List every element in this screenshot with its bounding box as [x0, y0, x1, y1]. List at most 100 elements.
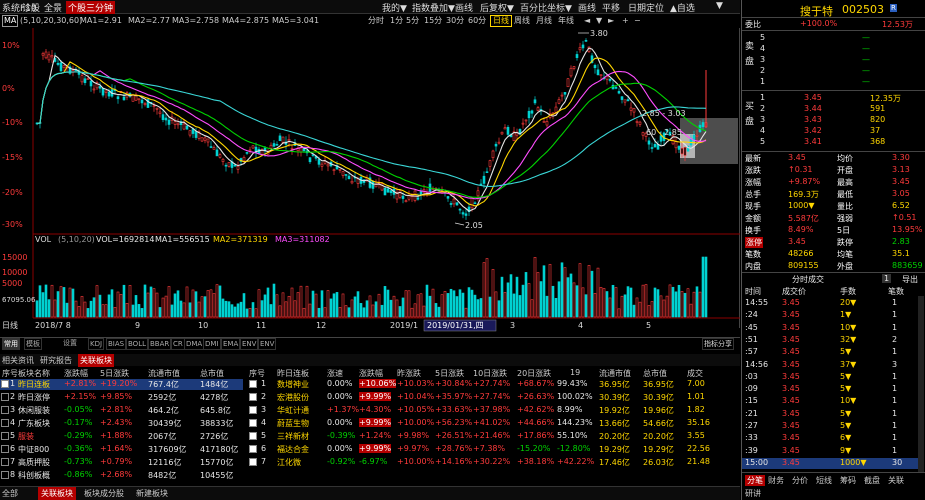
trade-tab-ticks[interactable]: 分时成交: [792, 274, 824, 285]
col-5d-change[interactable]: 5日涨跌: [435, 368, 464, 379]
menu-draw-line[interactable]: 画线: [578, 1, 596, 14]
trade-row[interactable]: :51 3.45 32▼ 2: [742, 335, 918, 346]
row-checkbox[interactable]: [249, 432, 257, 440]
trade-row[interactable]: :39 3.45 9▼ 1: [742, 446, 918, 457]
period-15min[interactable]: 15分: [424, 15, 442, 27]
menu-percent-axis[interactable]: 百分比坐标▼: [520, 1, 572, 14]
prev-arrow[interactable]: ◄: [584, 15, 590, 27]
menu-index-overlay[interactable]: 指数叠加▼: [412, 1, 455, 14]
col-sector-name[interactable]: 板块名称: [18, 368, 50, 379]
col-5d-change[interactable]: 5日涨跌: [100, 368, 129, 379]
menu-three-minute[interactable]: 个股三分钟: [66, 1, 116, 14]
ma-selector[interactable]: MA: [2, 15, 19, 27]
table-row[interactable]: 2 宏港股份 0.00% +9.99% +10.04% +35.97% +27.74% +26…: [247, 392, 740, 403]
trade-row[interactable]: :09 3.45 5▼ 1: [742, 384, 918, 395]
trade-row[interactable]: :45 3.45 10▼ 1: [742, 323, 918, 334]
menu-add-favorite[interactable]: ▲自选: [670, 1, 695, 14]
zoom-in-button[interactable]: +: [622, 15, 629, 27]
tab-kdj[interactable]: KDJ: [88, 338, 105, 350]
trade-row[interactable]: 14:56 3.45 37▼ 3: [742, 360, 918, 371]
trade-export-button[interactable]: 导出: [902, 274, 918, 285]
period-30min[interactable]: 30分: [446, 15, 464, 27]
col-20d-change[interactable]: 20日涨跌: [517, 368, 551, 379]
tab-news[interactable]: 相关资讯: [2, 355, 34, 366]
trade-row[interactable]: :57 3.45 5▼ 1: [742, 347, 918, 358]
row-checkbox[interactable]: [249, 458, 257, 466]
trade-row[interactable]: :27 3.45 5▼ 1: [742, 421, 918, 432]
indicator-share-button[interactable]: 指标分享: [702, 338, 734, 350]
row-checkbox[interactable]: [1, 458, 9, 466]
table-row[interactable]: 4 蔚蓝生物 0.00% +9.99% +10.00% +56.23% +41.02% +44…: [247, 418, 740, 429]
period-1min[interactable]: 1分: [390, 15, 403, 27]
tab-env[interactable]: ENV: [240, 338, 259, 350]
trade-tab-1[interactable]: 1: [882, 274, 892, 283]
tab-boll[interactable]: BOLL: [126, 338, 148, 350]
table-row[interactable]: 4 广东板块 -0.17% +2.43% 30439亿 38833亿: [0, 418, 243, 429]
tab-research[interactable]: 研究报告: [40, 355, 72, 366]
status-tab-components[interactable]: 板块成分股: [84, 488, 124, 499]
quote-tab[interactable]: 财务: [768, 475, 784, 486]
table-row[interactable]: 7 高质押股 -0.73% +0.79% 12116亿 15770亿: [0, 457, 243, 468]
status-tab-new-sector[interactable]: 新建板块: [136, 488, 168, 499]
tab-common[interactable]: 常用: [2, 338, 20, 350]
col-19[interactable]: 19: [570, 368, 580, 377]
trade-row[interactable]: :03 3.45 5▼ 1: [742, 372, 918, 383]
x-period-button[interactable]: 日线: [2, 320, 18, 330]
trade-row[interactable]: :24 3.45 1▼ 1: [742, 310, 918, 321]
menu-more[interactable]: ▼: [716, 1, 723, 11]
period-daily[interactable]: 日线: [490, 15, 512, 27]
row-checkbox[interactable]: [1, 380, 9, 388]
tab-related-sectors[interactable]: 关联板块: [78, 354, 114, 367]
table-row[interactable]: 3 休闲服装 -0.05% +2.81% 464.2亿 645.8亿: [0, 405, 243, 416]
tab-cr[interactable]: CR: [171, 338, 185, 350]
row-checkbox[interactable]: [249, 406, 257, 414]
row-checkbox[interactable]: [249, 380, 257, 388]
col-float-cap[interactable]: 流通市值: [599, 368, 631, 379]
tab-dmi[interactable]: DMI: [203, 338, 221, 350]
menu-adjust[interactable]: 后复权▼: [480, 1, 514, 14]
table-row[interactable]: 2 昨日涨停 +2.15% +9.85% 2592亿 4278亿: [0, 392, 243, 403]
table-row[interactable]: 7 江化微 -0.92% -6.97% +10.00% +14.16% +30.22% +38…: [247, 457, 740, 468]
table-row[interactable]: 1 数增神业 0.00% +10.06% +10.03% +30.84% +27.74% +6…: [247, 379, 740, 390]
row-checkbox[interactable]: [249, 445, 257, 453]
row-checkbox[interactable]: [1, 432, 9, 440]
col-stock-name[interactable]: 昨日连板: [277, 368, 309, 379]
period-weekly[interactable]: 周线: [514, 15, 530, 27]
quote-tab[interactable]: 分笔: [745, 475, 765, 486]
row-checkbox[interactable]: [1, 471, 9, 479]
next-arrow[interactable]: ►: [608, 15, 614, 27]
trade-row[interactable]: :21 3.45 5▼ 1: [742, 409, 918, 420]
table-row[interactable]: 3 华虹计通 +1.37% +4.30% +10.05% +33.63% +37.98% +4…: [247, 405, 740, 416]
tab-settings[interactable]: 设置: [62, 338, 78, 348]
table-row[interactable]: 5 服装 -0.29% +1.88% 2067亿 2726亿: [0, 431, 243, 442]
quote-tab[interactable]: 截盘: [864, 475, 880, 486]
menu-mine[interactable]: 我的▼: [382, 1, 407, 14]
col-total-cap[interactable]: 总市值: [200, 368, 224, 379]
menu-draw[interactable]: 画线: [455, 1, 473, 14]
period-intraday[interactable]: 分时: [368, 15, 384, 27]
tab-dma[interactable]: DMA: [184, 338, 205, 350]
col-float-cap[interactable]: 流通市值: [148, 368, 180, 379]
menu-date-locate[interactable]: 日期定位: [628, 1, 664, 14]
quote-tab[interactable]: 关联: [888, 475, 904, 486]
tab-env-2[interactable]: ENV: [258, 338, 277, 350]
period-60min[interactable]: 60分: [468, 15, 486, 27]
trade-row[interactable]: :33 3.45 6▼ 1: [742, 433, 918, 444]
trade-row[interactable]: :15 3.45 10▼ 1: [742, 396, 918, 407]
row-checkbox[interactable]: [1, 406, 9, 414]
table-row[interactable]: 8 科创板概 -0.86% +2.68% 8482亿 10455亿: [0, 470, 243, 481]
row-checkbox[interactable]: [249, 393, 257, 401]
row-checkbox[interactable]: [1, 393, 9, 401]
tab-ema[interactable]: EMA: [221, 338, 241, 350]
col-speed[interactable]: 涨速: [327, 368, 343, 379]
menu-panorama[interactable]: 全景: [44, 1, 62, 14]
col-change[interactable]: 涨跌幅: [359, 368, 383, 379]
trade-row[interactable]: 15:00 3.45 1000▼ 30: [742, 457, 918, 469]
status-tab-all[interactable]: 全部: [2, 488, 18, 499]
period-monthly[interactable]: 月线: [536, 15, 552, 27]
trade-row[interactable]: 14:55 3.45 20▼ 1: [742, 298, 918, 309]
table-row[interactable]: 1 昨日连板 +2.81% +19.20% 767.4亿 1484亿: [0, 379, 243, 390]
trade-scrollbar[interactable]: [918, 296, 924, 472]
period-5min[interactable]: 5分: [406, 15, 419, 27]
tab-template[interactable]: 模板: [24, 338, 42, 350]
